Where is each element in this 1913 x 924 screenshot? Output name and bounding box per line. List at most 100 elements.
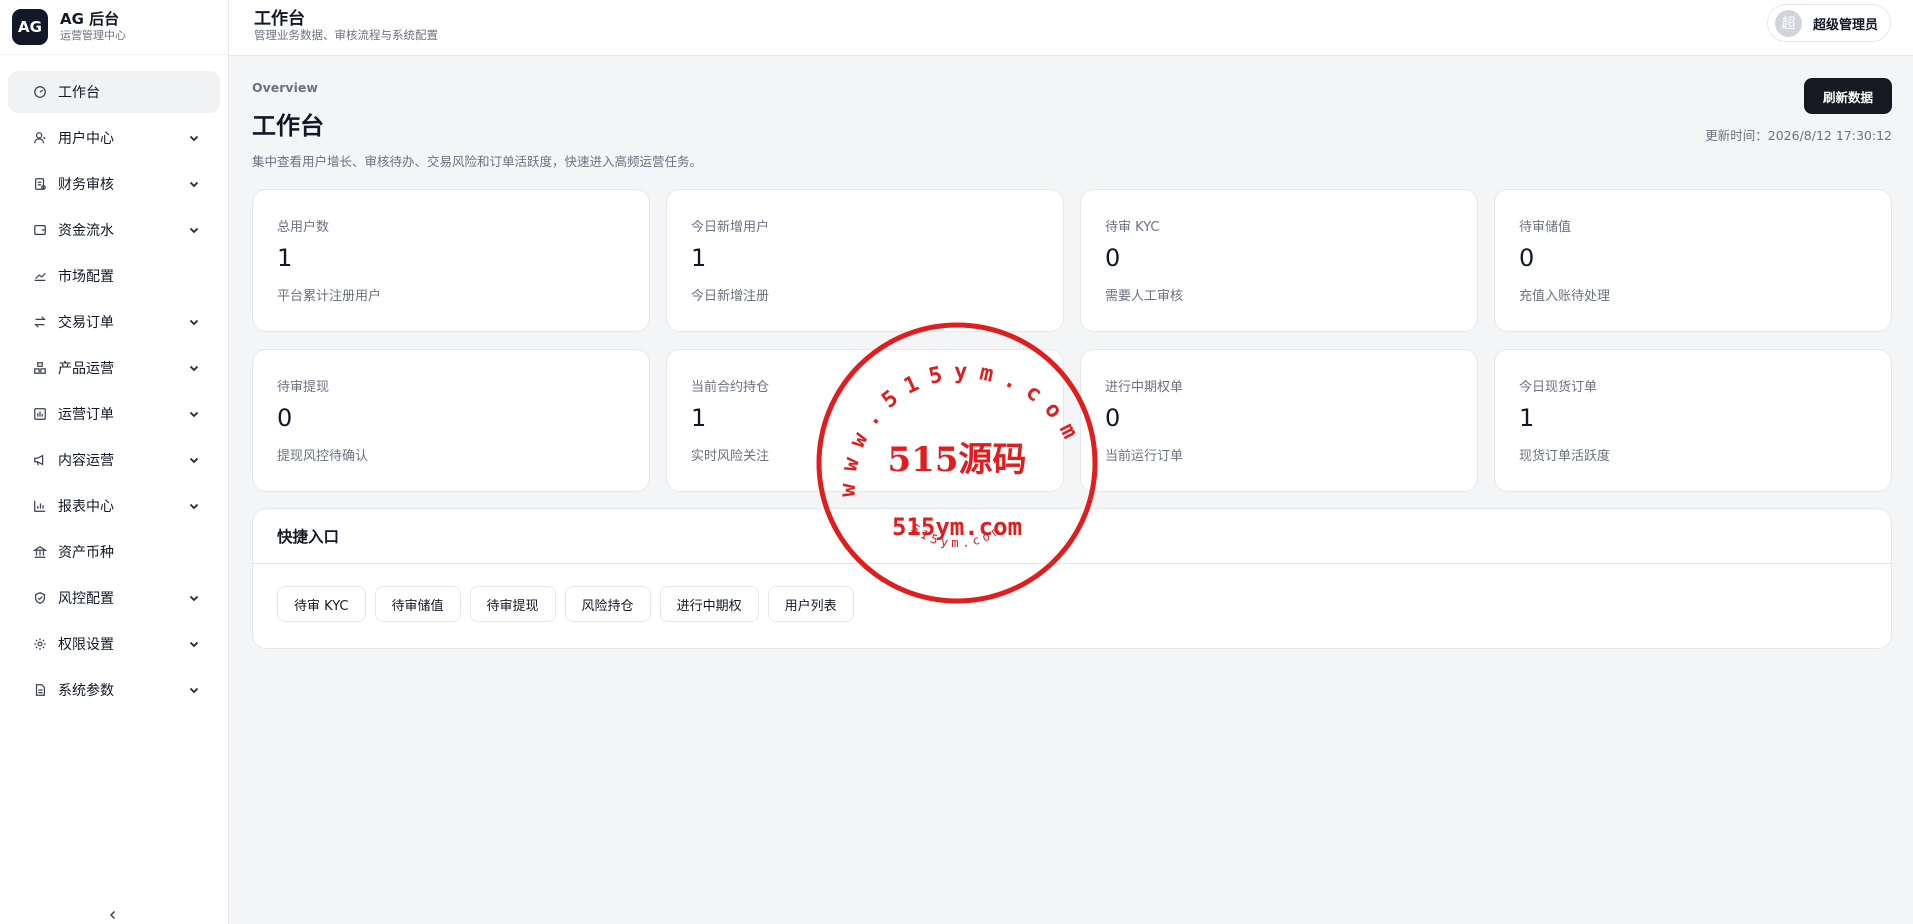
stat-card-active-options: 进行中期权单 0 当前运行订单 <box>1080 349 1478 492</box>
sidebar-item-content-ops[interactable]: 内容运营 <box>8 439 220 481</box>
stat-note: 今日新增注册 <box>691 289 770 304</box>
chevron-down-icon <box>188 362 200 374</box>
stat-note: 现货订单活跃度 <box>1519 449 1611 464</box>
refresh-data-button[interactable]: 刷新数据 <box>1804 78 1892 114</box>
stat-value: 1 <box>1519 404 1535 432</box>
sidebar-item-ops-orders[interactable]: 运营订单 <box>8 393 220 435</box>
sidebar-item-label: 工作台 <box>58 85 100 101</box>
quick-entry-panel: 快捷入口 待审 KYC 待审储值 待审提现 风险持仓 进行中期权 用户列表 <box>252 508 1892 649</box>
stat-label: 待审储值 <box>1519 220 1572 235</box>
stat-card-pending-deposits: 待审储值 0 充值入账待处理 <box>1494 189 1892 332</box>
stat-value: 0 <box>1105 244 1121 272</box>
sidebar-item-label: 内容运营 <box>58 453 114 469</box>
sidebar-item-system-params[interactable]: 系统参数 <box>8 669 220 711</box>
sidebar-item-users[interactable]: 用户中心 <box>8 117 220 159</box>
brand[interactable]: AG AG 后台 运营管理中心 <box>0 0 228 55</box>
document-icon <box>32 682 48 698</box>
stat-value: 1 <box>277 244 293 272</box>
stat-card-new-users-today: 今日新增用户 1 今日新增注册 <box>666 189 1064 332</box>
stat-label: 当前合约持仓 <box>691 380 770 395</box>
chevron-down-icon <box>188 132 200 144</box>
chevron-down-icon <box>188 684 200 696</box>
sidebar-item-fund-flow[interactable]: 资金流水 <box>8 209 220 251</box>
quick-entry-buttons: 待审 KYC 待审储值 待审提现 风险持仓 进行中期权 用户列表 <box>253 564 1891 622</box>
quick-button-risk-positions[interactable]: 风险持仓 <box>564 586 651 622</box>
sidebar-item-label: 产品运营 <box>58 361 114 377</box>
chevron-down-icon <box>188 638 200 650</box>
boxes-icon <box>32 360 48 376</box>
stat-value: 1 <box>691 244 707 272</box>
sidebar-item-label: 资金流水 <box>58 223 114 239</box>
stat-card-contract-positions: 当前合约持仓 1 实时风险关注 <box>666 349 1064 492</box>
quick-button-pending-deposits[interactable]: 待审储值 <box>374 586 461 622</box>
sidebar-collapse-button[interactable] <box>104 906 122 924</box>
sidebar-item-market-config[interactable]: 市场配置 <box>8 255 220 297</box>
stat-value: 0 <box>1105 404 1121 432</box>
chevron-down-icon <box>188 178 200 190</box>
updated-time: 更新时间：2026/8/12 17:30:12 <box>1705 128 1892 143</box>
users-icon <box>32 130 48 146</box>
quick-button-pending-kyc[interactable]: 待审 KYC <box>277 586 366 622</box>
sidebar-item-label: 报表中心 <box>58 499 114 515</box>
stat-note: 需要人工审核 <box>1105 289 1184 304</box>
chevron-down-icon <box>188 316 200 328</box>
chevron-down-icon <box>188 500 200 512</box>
stat-note: 充值入账待处理 <box>1519 289 1611 304</box>
sidebar-item-label: 财务审核 <box>58 177 114 193</box>
header-title: 工作台 <box>254 9 305 29</box>
stat-value: 0 <box>1519 244 1535 272</box>
stat-value: 0 <box>277 404 293 432</box>
sidebar-item-permissions[interactable]: 权限设置 <box>8 623 220 665</box>
quick-button-pending-withdrawals[interactable]: 待审提现 <box>469 586 556 622</box>
stat-card-pending-withdrawals: 待审提现 0 提现风控待确认 <box>252 349 650 492</box>
stat-label: 总用户数 <box>277 220 330 235</box>
page-description: 集中查看用户增长、审核待办、交易风险和订单活跃度，快速进入高频运营任务。 <box>252 154 703 169</box>
megaphone-icon <box>32 452 48 468</box>
sidebar-item-risk-config[interactable]: 风控配置 <box>8 577 220 619</box>
chevron-down-icon <box>188 592 200 604</box>
chevron-down-icon <box>188 454 200 466</box>
sidebar-item-reports[interactable]: 报表中心 <box>8 485 220 527</box>
sidebar-nav: 工作台 用户中心 财务审核 资金流水 市场配置 交易订单 产品运营 运营订单 内… <box>0 55 228 711</box>
avatar: 超 <box>1774 9 1802 37</box>
sidebar-item-label: 用户中心 <box>58 131 114 147</box>
chevron-left-icon <box>109 910 116 920</box>
page-title: 工作台 <box>252 112 324 140</box>
sidebar-item-product-ops[interactable]: 产品运营 <box>8 347 220 389</box>
chevron-down-icon <box>188 408 200 420</box>
stat-label: 进行中期权单 <box>1105 380 1184 395</box>
brand-logo: AG <box>12 9 48 45</box>
stat-card-spot-orders-today: 今日现货订单 1 现货订单活跃度 <box>1494 349 1892 492</box>
stat-card-total-users: 总用户数 1 平台累计注册用户 <box>252 189 650 332</box>
stat-card-pending-kyc: 待审 KYC 0 需要人工审核 <box>1080 189 1478 332</box>
sidebar-item-label: 市场配置 <box>58 269 114 285</box>
stat-value: 1 <box>691 404 707 432</box>
sidebar-item-trade-orders[interactable]: 交易订单 <box>8 301 220 343</box>
stat-note: 平台累计注册用户 <box>277 289 382 304</box>
chevron-down-icon <box>188 224 200 236</box>
receipt-icon <box>32 176 48 192</box>
line-chart-icon <box>32 268 48 284</box>
brand-title: AG 后台 <box>60 10 120 28</box>
overview-label: Overview <box>252 80 318 95</box>
sidebar-item-label: 交易订单 <box>58 315 114 331</box>
user-menu-button[interactable]: 超 超级管理员 <box>1766 4 1891 42</box>
bank-icon <box>32 544 48 560</box>
quick-button-user-list[interactable]: 用户列表 <box>767 586 854 622</box>
stat-label: 今日新增用户 <box>691 220 770 235</box>
sidebar-item-dashboard[interactable]: 工作台 <box>8 71 220 113</box>
shield-icon <box>32 590 48 606</box>
stat-label: 今日现货订单 <box>1519 380 1598 395</box>
stats-grid: 总用户数 1 平台累计注册用户 今日新增用户 1 今日新增注册 待审 KYC 0… <box>252 189 1892 492</box>
stat-note: 提现风控待确认 <box>277 449 369 464</box>
swap-icon <box>32 314 48 330</box>
quick-entry-title: 快捷入口 <box>253 509 1891 564</box>
dashboard-icon <box>32 84 48 100</box>
sidebar-item-finance-review[interactable]: 财务审核 <box>8 163 220 205</box>
quick-button-active-options[interactable]: 进行中期权 <box>659 586 759 622</box>
header-subtitle: 管理业务数据、审核流程与系统配置 <box>254 28 438 42</box>
sidebar-item-label: 权限设置 <box>58 637 114 653</box>
sidebar-item-label: 运营订单 <box>58 407 114 423</box>
top-header: 工作台 管理业务数据、审核流程与系统配置 超 超级管理员 <box>229 0 1913 56</box>
sidebar-item-asset-currency[interactable]: 资产币种 <box>8 531 220 573</box>
